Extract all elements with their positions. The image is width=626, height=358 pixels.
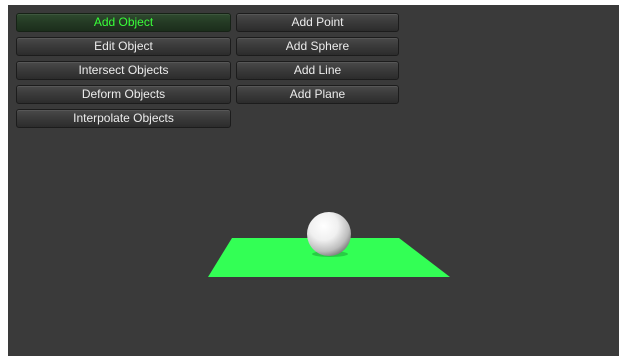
sphere-object[interactable] bbox=[307, 212, 351, 256]
scene-viewport[interactable]: Add Object Edit Object Intersect Objects… bbox=[8, 5, 619, 356]
scene-canvas[interactable] bbox=[8, 5, 619, 356]
